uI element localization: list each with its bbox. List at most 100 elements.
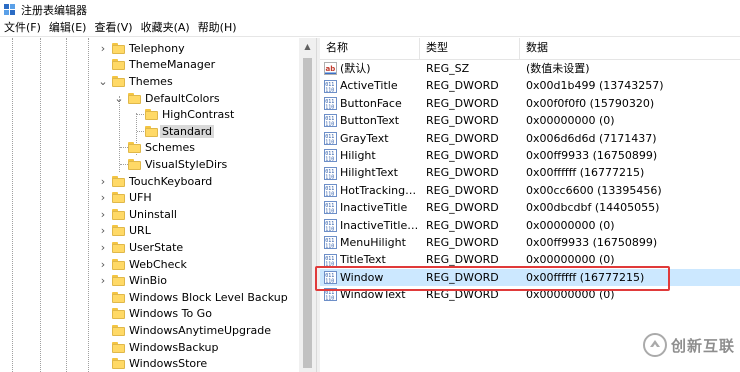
value-name-cell: 011 110 InactiveTitle xyxy=(320,199,420,216)
value-row[interactable]: 011 110 Window REG_DWORD 0x00ffffff (1677721… xyxy=(320,268,740,287)
value-data-cell: 0x00ff9933 (16750899) xyxy=(526,149,658,162)
svg-text:110: 110 xyxy=(325,278,334,284)
chevron-down-icon[interactable]: ⌄ xyxy=(114,92,124,105)
registry-tree[interactable]: › Telephony ThemeManager ⌄ Themes ⌄ Defa… xyxy=(0,38,316,372)
menu-file[interactable]: 文件(F) xyxy=(0,19,45,37)
tree-item-ufh[interactable]: › UFH xyxy=(98,189,152,206)
value-row[interactable]: 011 110 ActiveTitle REG_DWORD 0x00d1b499 (13… xyxy=(320,77,740,94)
menu-edit[interactable]: 编辑(E) xyxy=(45,19,91,37)
value-name: TitleText xyxy=(340,253,386,267)
tree-item-userstate[interactable]: › UserState xyxy=(98,239,183,256)
menu-help[interactable]: 帮助(H) xyxy=(194,19,241,37)
dword-value-icon: 011110 xyxy=(324,270,337,284)
tree-guide-line xyxy=(66,38,67,372)
string-value-icon: ab xyxy=(324,62,337,76)
value-row[interactable]: 011 110 ButtonFace REG_DWORD 0x00f0f0f0 (157… xyxy=(320,95,740,112)
tree-item-label: WebCheck xyxy=(129,257,187,271)
tree-item-thememanager[interactable]: ThemeManager xyxy=(112,57,215,74)
value-name-cell: 011 110 ButtonText xyxy=(320,112,420,129)
folder-icon xyxy=(112,258,125,270)
value-row[interactable]: ab (默认) REG_SZ (数值未设置) xyxy=(320,60,740,77)
svg-text:110: 110 xyxy=(325,139,334,145)
folder-open-icon xyxy=(112,75,125,87)
value-row[interactable]: 011 110 MenuHilight REG_DWORD 0x00ff9933 (16… xyxy=(320,234,740,251)
list-header: 名称 类型 数据 xyxy=(320,38,740,60)
values-list[interactable]: 名称 类型 数据 ab (默认) REG_SZ (数值未设置) 011 110 Active… xyxy=(320,38,740,372)
value-name-cell: 011 110 MenuHilight xyxy=(320,234,420,251)
svg-text:110: 110 xyxy=(325,226,334,232)
value-name-cell: 011 110 Window xyxy=(320,269,420,286)
value-name-cell: 011 110 GrayText xyxy=(320,130,420,147)
chevron-right-icon[interactable]: › xyxy=(98,208,108,221)
tree-item-uninstall[interactable]: › Uninstall xyxy=(98,206,177,223)
menu-favorites[interactable]: 收藏夹(A) xyxy=(137,19,194,37)
tree-item-windows-to-go[interactable]: Windows To Go xyxy=(112,306,212,323)
tree-item-webcheck[interactable]: › WebCheck xyxy=(98,256,187,273)
tree-item-winbio[interactable]: › WinBio xyxy=(98,272,167,289)
value-row[interactable]: 011 110 TitleText REG_DWORD 0x00000000 (0) xyxy=(320,251,740,268)
tree-item-touchkeyboard[interactable]: › TouchKeyboard xyxy=(98,173,212,190)
tree-item-telephony[interactable]: › Telephony xyxy=(98,40,185,57)
column-header-name[interactable]: 名称 xyxy=(320,38,420,60)
chevron-right-icon[interactable]: › xyxy=(98,224,108,237)
tree-item-windowsanytimeupgrade[interactable]: WindowsAnytimeUpgrade xyxy=(112,322,271,339)
tree-item-windows-block-level-backup[interactable]: Windows Block Level Backup xyxy=(112,289,288,306)
value-name: ButtonText xyxy=(340,114,400,128)
folder-icon xyxy=(128,142,141,154)
window-title: 注册表编辑器 xyxy=(21,3,87,17)
tree-item-label: Windows Block Level Backup xyxy=(129,290,288,304)
value-row[interactable]: 011 110 WindowText REG_DWORD 0x00000000 (0) xyxy=(320,286,740,303)
chevron-right-icon[interactable]: › xyxy=(98,258,108,271)
value-row[interactable]: 011 110 HilightText REG_DWORD 0x00ffffff (16… xyxy=(320,164,740,181)
value-name: WindowText xyxy=(340,288,406,302)
tree-item-schemes[interactable]: Schemes xyxy=(128,140,195,157)
tree-item-windowsbackup[interactable]: WindowsBackup xyxy=(112,339,218,356)
tree-item-label: Themes xyxy=(129,74,173,88)
value-row[interactable]: 011 110 Hilight REG_DWORD 0x00ff9933 (167508… xyxy=(320,147,740,164)
tree-item-url[interactable]: › URL xyxy=(98,223,151,240)
svg-text:ab: ab xyxy=(326,65,336,73)
tree-item-windowsstore[interactable]: WindowsStore xyxy=(112,355,207,372)
column-header-data[interactable]: 数据 xyxy=(520,38,740,60)
chevron-right-icon[interactable]: › xyxy=(98,241,108,254)
tree-guide-line xyxy=(120,164,128,165)
tree-scrollbar[interactable]: ▲ xyxy=(299,38,316,372)
folder-icon xyxy=(145,125,158,137)
folder-icon xyxy=(112,291,125,303)
tree-item-label: WinBio xyxy=(129,274,167,288)
tree-item-highcontrast[interactable]: HighContrast xyxy=(145,106,234,123)
folder-icon xyxy=(112,341,125,353)
scroll-up-arrow-icon[interactable]: ▲ xyxy=(299,38,316,55)
value-name-cell: 011 110 HilightText xyxy=(320,164,420,181)
chevron-right-icon[interactable]: › xyxy=(98,42,108,55)
value-row[interactable]: 011110InactiveTitleText REG_DWORD 0x000000… xyxy=(320,217,740,234)
value-row[interactable]: 011 110 InactiveTitle REG_DWORD 0x00dbcdbf (… xyxy=(320,199,740,216)
chevron-right-icon[interactable]: › xyxy=(98,274,108,287)
tree-item-standard[interactable]: Standard xyxy=(145,123,215,140)
value-type-cell: REG_DWORD xyxy=(426,96,499,110)
menu-view[interactable]: 查看(V) xyxy=(90,19,136,37)
folder-icon xyxy=(112,324,125,336)
value-name: GrayText xyxy=(340,131,389,145)
folder-icon xyxy=(112,241,125,253)
value-type-cell: REG_SZ xyxy=(426,62,470,75)
chevron-right-icon[interactable]: › xyxy=(98,175,108,188)
column-header-type[interactable]: 类型 xyxy=(420,38,520,60)
tree-item-themes[interactable]: ⌄ Themes xyxy=(98,73,173,90)
value-row[interactable]: 011 110 GrayText REG_DWORD 0x006d6d6d (71714… xyxy=(320,130,740,147)
chevron-right-icon[interactable]: › xyxy=(98,191,108,204)
chevron-down-icon[interactable]: ⌄ xyxy=(98,75,108,88)
value-row[interactable]: 011 110 HotTrackingC... REG_DWORD 0x00cc6600… xyxy=(320,182,740,199)
folder-icon xyxy=(112,358,125,370)
value-name: ButtonFace xyxy=(340,96,402,110)
dword-value-icon: 011110 xyxy=(324,253,337,267)
tree-item-visualstyledirs[interactable]: VisualStyleDirs xyxy=(128,156,227,173)
tree-item-defaultcolors[interactable]: ⌄ DefaultColors xyxy=(114,90,219,107)
value-row[interactable]: 011 110 ButtonText REG_DWORD 0x00000000 (0) xyxy=(320,112,740,129)
tree-guide-line xyxy=(88,38,89,372)
value-name: HotTrackingC... xyxy=(340,183,420,197)
value-type-cell: REG_DWORD xyxy=(426,270,499,284)
scroll-thumb[interactable] xyxy=(303,58,312,368)
value-type-cell: REG_DWORD xyxy=(426,166,499,180)
value-type-cell: REG_DWORD xyxy=(426,288,499,302)
